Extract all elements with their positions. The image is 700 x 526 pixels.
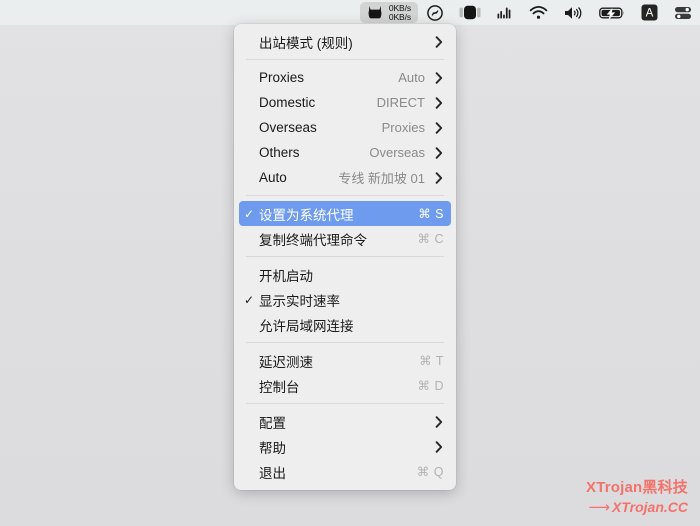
input-source-icon: A [641, 4, 658, 21]
menu-item[interactable]: 退出 ⌘ Q [239, 459, 451, 484]
shazam-icon [427, 4, 443, 21]
menu-item-label: Auto [259, 170, 287, 185]
menu-item-value: Overseas [369, 145, 425, 160]
menu-item-value: Proxies [381, 120, 425, 135]
menu-separator [246, 59, 444, 60]
menubar-item-input-source[interactable]: A [634, 2, 665, 23]
menu-item-label: 设置为系统代理 [259, 207, 354, 223]
watermark-domain: XTrojan.CC [612, 499, 688, 515]
menu-item-label: Proxies [259, 70, 305, 85]
svg-text:A: A [646, 8, 654, 20]
menu-item[interactable]: Overseas Proxies [239, 115, 451, 140]
screen-mirroring-icon [459, 5, 481, 20]
menu-item[interactable]: Auto 专线 新加坡 01 [239, 165, 451, 190]
menubar-item-wifi[interactable] [522, 2, 555, 23]
menu-item-label: 退出 [259, 465, 286, 481]
clashx-group: 0KB/s 0KB/s [367, 3, 411, 22]
watermark: XTrojan黑科技 ⟶ XTrojan.CC [586, 476, 688, 516]
menu-item[interactable]: Domestic DIRECT [239, 90, 451, 115]
audio-levels-icon [497, 6, 513, 20]
menu-item-label: Overseas [259, 120, 317, 135]
menu-item-label: 控制台 [259, 379, 300, 395]
chevron-right-icon [434, 415, 444, 428]
menu-item-label: Others [259, 145, 300, 160]
control-center-icon [674, 6, 692, 20]
menubar-item-battery[interactable] [592, 2, 632, 23]
battery-charging-icon [599, 6, 625, 20]
checkmark-icon: ✓ [244, 292, 255, 307]
menu-item[interactable]: ✓ 设置为系统代理 ⌘ S [239, 201, 451, 226]
menu-item[interactable]: 开机启动 [239, 262, 451, 287]
cat-icon [367, 5, 383, 20]
menu-item-value: DIRECT [376, 95, 425, 110]
menubar-item-screen-mirroring[interactable] [452, 2, 488, 23]
chevron-right-icon [434, 71, 444, 84]
menu-item-shortcut: ⌘ Q [416, 465, 444, 479]
checkmark-icon: ✓ [244, 206, 255, 221]
menu-item-label: 复制终端代理命令 [259, 232, 367, 248]
menubar-status-items: 0KB/s 0KB/s A [359, 0, 700, 25]
menubar-item-shazam[interactable] [420, 2, 450, 23]
menu-item-label: 延迟测速 [259, 354, 313, 370]
menu-item-shortcut: ⌘ T [419, 354, 444, 368]
chevron-right-icon [434, 96, 444, 109]
wifi-icon [529, 5, 548, 20]
menu-item[interactable]: Proxies Auto [239, 65, 451, 90]
menu-item-value: 专线 新加坡 01 [338, 171, 425, 186]
watermark-line-1: XTrojan黑科技 [585, 479, 688, 496]
menu-item[interactable]: 帮助 [239, 434, 451, 459]
menu-item-shortcut: ⌘ C [417, 232, 444, 246]
watermark-line-2: ⟶ XTrojan.CC [586, 498, 689, 516]
menu-item[interactable]: 复制终端代理命令 ⌘ C [239, 226, 451, 251]
menu-item[interactable]: 配置 [239, 409, 451, 434]
menu-item-label: 帮助 [259, 440, 286, 456]
menu-item-label: Domestic [259, 95, 316, 110]
chevron-right-icon [434, 171, 444, 184]
menu-item-shortcut: ⌘ D [417, 379, 444, 393]
clashx-dropdown-menu: 出站模式 (规则) Proxies Auto Domestic DIRECT Overse… [234, 24, 456, 490]
menu-item-label: 允许局域网连接 [259, 318, 354, 334]
menu-item[interactable]: 延迟测速 ⌘ T [239, 348, 451, 373]
menu-item-label: 出站模式 (规则) [259, 35, 353, 51]
macos-menubar: 0KB/s 0KB/s A [0, 0, 700, 25]
menu-item-label: 配置 [259, 415, 286, 431]
menu-item-label: 显示实时速率 [259, 293, 340, 309]
chevron-right-icon [434, 146, 444, 159]
menubar-item-volume[interactable] [557, 2, 590, 23]
chevron-right-icon [434, 440, 444, 453]
menubar-item-audio-levels[interactable] [490, 2, 520, 23]
menu-item[interactable]: ✓ 显示实时速率 [239, 287, 451, 312]
menu-item-shortcut: ⌘ S [418, 207, 444, 221]
download-speed: 0KB/s [388, 11, 411, 22]
menu-item[interactable]: 控制台 ⌘ D [239, 373, 451, 398]
menu-separator [246, 256, 444, 257]
arrow-right-icon: ⟶ [588, 499, 610, 516]
chevron-right-icon [434, 35, 444, 48]
volume-icon [564, 6, 583, 20]
menu-item-value: Auto [398, 70, 425, 85]
menubar-item-control-center[interactable] [667, 2, 699, 23]
menu-item[interactable]: 允许局域网连接 [239, 312, 451, 337]
menu-item-label: 开机启动 [259, 268, 313, 284]
menubar-item-clashx[interactable]: 0KB/s 0KB/s [359, 2, 418, 23]
menu-separator [246, 342, 444, 343]
menu-item[interactable]: 出站模式 (规则) [239, 29, 451, 54]
menu-item[interactable]: Others Overseas [239, 140, 451, 165]
chevron-right-icon [434, 121, 444, 134]
menu-separator [246, 195, 444, 196]
menu-separator [246, 403, 444, 404]
network-speed-indicator: 0KB/s 0KB/s [388, 3, 411, 22]
